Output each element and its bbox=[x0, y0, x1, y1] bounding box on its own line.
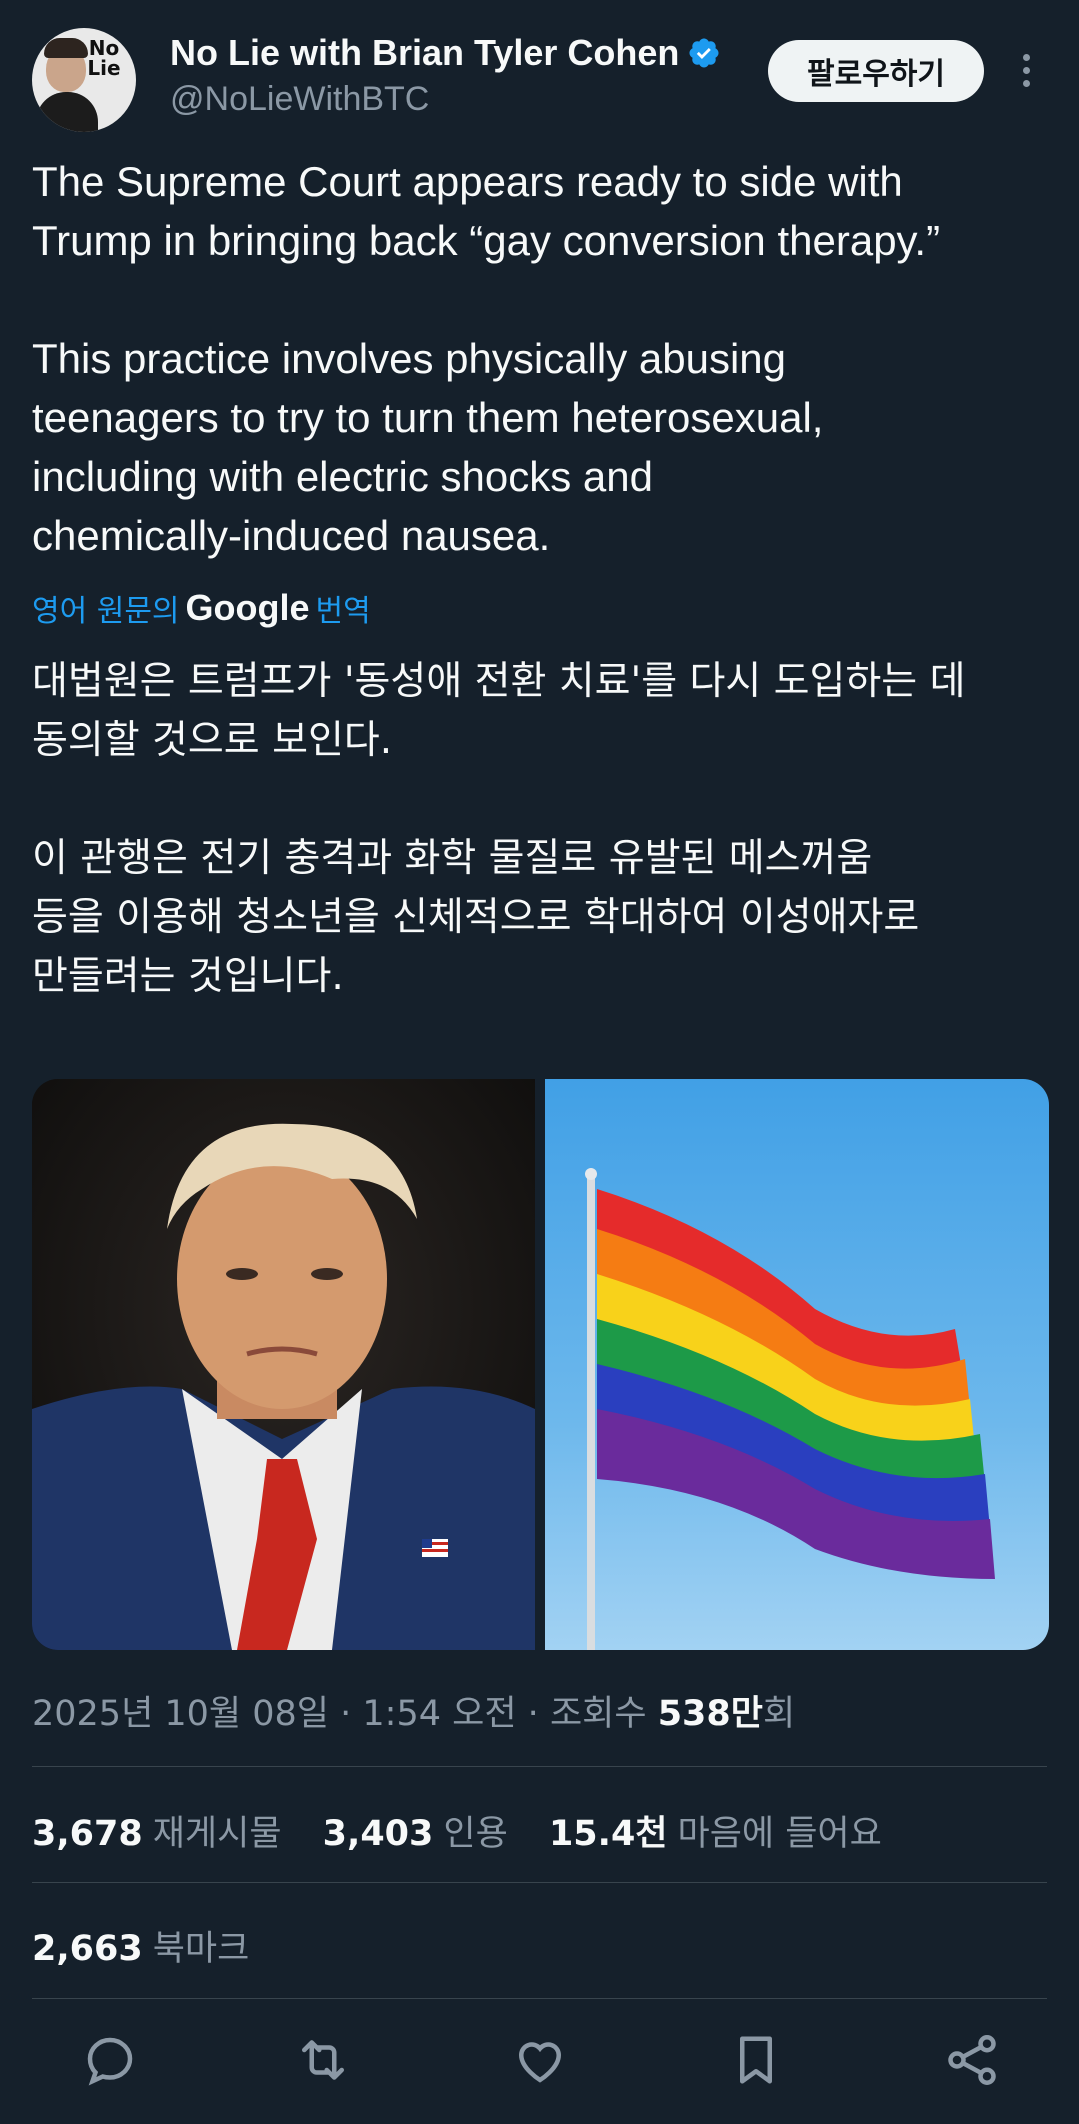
more-options-icon[interactable] bbox=[1014, 48, 1038, 102]
tweet-header: No Lie No Lie with Brian Tyler Cohen @No… bbox=[32, 28, 1047, 132]
tweet-date[interactable]: 2025년 10월 08일 bbox=[32, 1694, 329, 1734]
media-photo-flag[interactable] bbox=[545, 1079, 1049, 1650]
author-name-row[interactable]: No Lie with Brian Tyler Cohen bbox=[170, 32, 721, 74]
tweet-meta: 2025년 10월 08일 · 1:54 오전 · 조회수 538만회 bbox=[32, 1694, 796, 1734]
views-suffix: 회 bbox=[762, 1694, 796, 1734]
divider bbox=[32, 1766, 1047, 1767]
bookmarks-stat-row: 2,663 북마크 bbox=[32, 1920, 279, 1971]
display-name: No Lie with Brian Tyler Cohen bbox=[170, 32, 680, 73]
follow-button[interactable]: 팔로우하기 bbox=[768, 40, 984, 102]
translation-suffix: 번역 bbox=[315, 594, 371, 629]
translated-text: 대법원은 트럼프가 '동성애 전환 치료'를 다시 도입하는 데 동의할 것으로… bbox=[32, 659, 966, 999]
repost-icon[interactable] bbox=[293, 2030, 353, 2090]
divider bbox=[32, 1998, 1047, 1999]
tweet-time[interactable]: 1:54 오전 bbox=[362, 1694, 516, 1734]
translation-attribution[interactable]: 영어 원문의 Google 번역 bbox=[32, 586, 371, 630]
views-label: 조회수 bbox=[549, 1694, 647, 1734]
author-info: No Lie with Brian Tyler Cohen @NoLieWith… bbox=[170, 32, 721, 119]
action-bar bbox=[0, 2030, 1079, 2100]
media-photo-portrait[interactable] bbox=[32, 1079, 535, 1650]
engagement-stats: 3,678 재게시물 3,403 인용 15.4천 마음에 들어요 bbox=[32, 1805, 912, 1856]
tweet-text: The Supreme Court appears ready to side … bbox=[32, 158, 941, 559]
like-icon[interactable] bbox=[510, 2030, 570, 2090]
translation-prefix: 영어 원문의 bbox=[32, 594, 180, 629]
likes-stat[interactable]: 15.4천 마음에 들어요 bbox=[549, 1814, 882, 1854]
views-count: 538만 bbox=[657, 1694, 763, 1734]
media-grid bbox=[32, 1079, 1049, 1650]
verified-badge-icon bbox=[689, 38, 719, 68]
avatar-logo: No Lie bbox=[87, 36, 121, 80]
translation-provider: Google bbox=[185, 587, 310, 628]
author-handle[interactable]: @NoLieWithBTC bbox=[170, 80, 721, 119]
divider bbox=[32, 1882, 1047, 1883]
bookmark-icon[interactable] bbox=[726, 2030, 786, 2090]
rainbow-flag-image bbox=[585, 1168, 995, 1650]
share-icon[interactable] bbox=[942, 2030, 1002, 2090]
reply-icon[interactable] bbox=[80, 2030, 140, 2090]
quotes-stat[interactable]: 3,403 인용 bbox=[323, 1814, 508, 1854]
reposts-stat[interactable]: 3,678 재게시물 bbox=[32, 1814, 282, 1854]
bookmarks-stat[interactable]: 2,663 북마크 bbox=[32, 1929, 249, 1969]
portrait-image bbox=[32, 1079, 535, 1650]
avatar[interactable]: No Lie bbox=[32, 28, 136, 132]
